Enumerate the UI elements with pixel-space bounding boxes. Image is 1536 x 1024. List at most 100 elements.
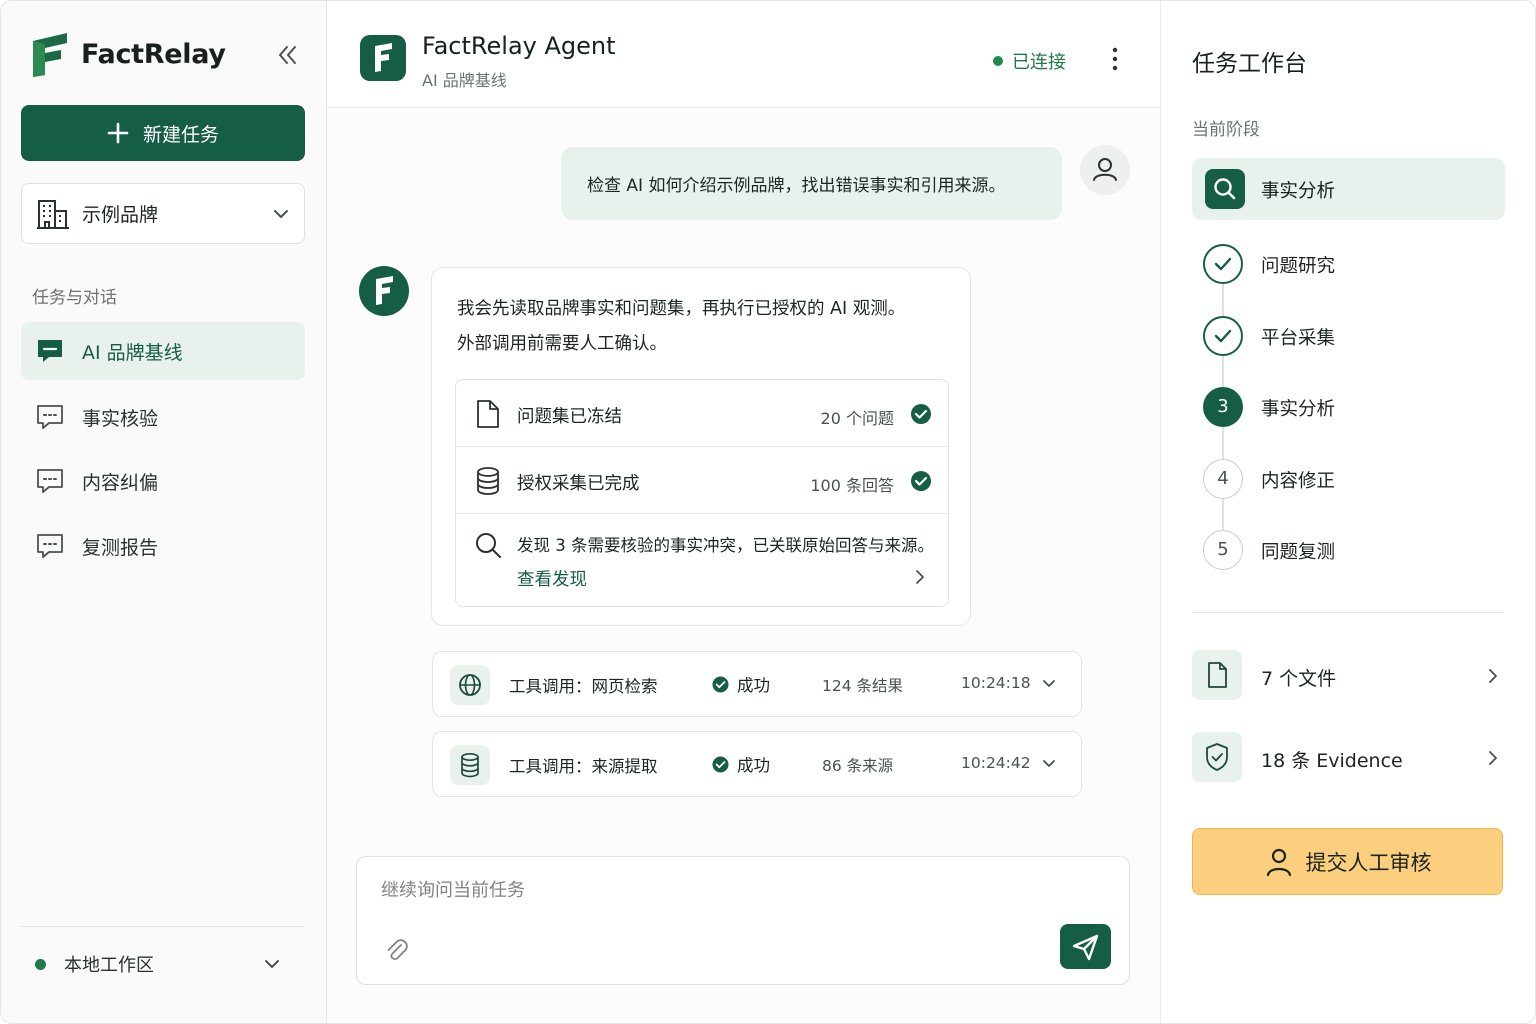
tool-count: 86 条来源 xyxy=(822,757,894,775)
new-task-button[interactable]: 新建任务 xyxy=(21,105,305,161)
check-circle-icon xyxy=(712,676,729,692)
chat-icon xyxy=(37,405,63,429)
evidence-label: 18 条 Evidence xyxy=(1261,750,1403,772)
step-number-label: 3 xyxy=(1217,396,1229,417)
tool-count: 124 条结果 xyxy=(822,677,904,695)
stage-step-label: 平台采集 xyxy=(1261,328,1336,349)
check-circle-icon xyxy=(911,471,931,491)
user-avatar-icon xyxy=(1080,145,1130,195)
tool-status-label: 成功 xyxy=(737,676,770,695)
status-dot-icon xyxy=(993,56,1003,66)
step-number-label: 4 xyxy=(1217,468,1229,489)
agent-message-line: 我会先读取品牌事实和问题集，再执行已授权的 AI 观测。 xyxy=(457,299,906,319)
checklist-item: 授权采集已完成 100 条回答 xyxy=(456,447,948,514)
search-icon xyxy=(476,533,501,558)
file-icon xyxy=(1192,650,1242,700)
divider xyxy=(1192,612,1504,613)
chevron-right-icon xyxy=(1489,669,1497,683)
globe-icon xyxy=(450,665,490,705)
checklist-meta: 100 条回答 xyxy=(810,476,894,495)
tool-status: 成功 xyxy=(712,752,770,776)
section-label: 任务与对话 xyxy=(32,288,117,308)
workspace-select[interactable]: 本地工作区 xyxy=(35,949,305,979)
database-icon xyxy=(477,467,499,495)
database-icon xyxy=(450,745,490,785)
chevron-down-icon[interactable] xyxy=(1041,676,1057,692)
chat-main: FactRelay Agent AI 品牌基线 已连接 检查 AI 如何介绍示例… xyxy=(327,1,1160,1023)
agent-message-line: 外部调用前需要人工确认。 xyxy=(457,334,667,354)
sidebar-item-fact-check[interactable]: 事实核验 xyxy=(21,388,305,446)
chat-header: FactRelay Agent AI 品牌基线 已连接 xyxy=(327,1,1160,108)
workbench-title: 任务工作台 xyxy=(1192,51,1307,77)
message-composer xyxy=(356,856,1130,985)
checklist-item: 发现 3 条需要核验的事实冲突，已关联原始回答与来源。 查看发现 xyxy=(456,514,948,607)
checklist-label: 授权采集已完成 xyxy=(517,474,640,494)
checklist-label: 问题集已冻结 xyxy=(517,407,622,427)
message-input[interactable] xyxy=(381,875,1081,905)
new-task-label: 新建任务 xyxy=(142,123,219,146)
agent-title: FactRelay Agent xyxy=(422,32,616,60)
chevron-down-icon[interactable] xyxy=(1041,756,1057,772)
checklist-meta: 20 个问题 xyxy=(820,409,894,428)
search-icon xyxy=(1205,169,1245,209)
connection-status-label: 已连接 xyxy=(1012,52,1066,73)
step-connector xyxy=(1222,499,1224,531)
brand-select[interactable]: 示例品牌 xyxy=(21,183,305,244)
tool-time: 10:24:42 xyxy=(961,754,1031,772)
stage-step: 问题研究 xyxy=(1203,244,1503,284)
view-findings-link[interactable]: 查看发现 xyxy=(517,566,587,591)
send-icon xyxy=(1072,934,1099,961)
brand-select-value: 示例品牌 xyxy=(82,204,159,226)
chevron-right-icon[interactable] xyxy=(912,569,928,585)
sidebar-item-content-correction[interactable]: 内容纠偏 xyxy=(21,452,305,510)
agent-subtitle: AI 品牌基线 xyxy=(422,71,507,90)
workspace-label: 本地工作区 xyxy=(64,955,154,976)
sidebar-item-label: 复测报告 xyxy=(82,536,159,559)
stage-step: 平台采集 xyxy=(1203,316,1503,356)
stage-step: 4 内容修正 xyxy=(1203,459,1503,499)
more-options-icon[interactable] xyxy=(1107,45,1123,73)
submit-review-button[interactable]: 提交人工审核 xyxy=(1192,828,1503,895)
sidebar-item-ai-baseline[interactable]: AI 品牌基线 xyxy=(21,322,305,380)
divider xyxy=(21,926,305,927)
file-icon xyxy=(477,400,499,428)
sidebar-item-label: 内容纠偏 xyxy=(82,471,159,494)
chat-icon xyxy=(37,469,63,493)
agent-logo-icon xyxy=(360,35,406,81)
tool-name: 工具调用：网页检索 xyxy=(509,677,658,696)
paperclip-icon[interactable] xyxy=(384,937,408,963)
evidence-link[interactable]: 18 条 Evidence xyxy=(1192,732,1505,784)
check-circle-icon xyxy=(1203,244,1243,284)
checklist-label: 发现 3 条需要核验的事实冲突，已关联原始回答与来源。 xyxy=(517,536,934,555)
stage-step: 3 事实分析 xyxy=(1203,387,1503,427)
sidebar-item-retest-report[interactable]: 复测报告 xyxy=(21,517,305,575)
tool-call-row[interactable]: 工具调用：网页检索 成功 124 条结果 10:24:18 xyxy=(432,651,1082,717)
files-link[interactable]: 7 个文件 xyxy=(1192,650,1505,702)
online-dot-icon xyxy=(35,958,46,970)
tool-time: 10:24:18 xyxy=(961,674,1031,692)
collapse-sidebar-icon[interactable] xyxy=(273,41,301,69)
check-circle-icon xyxy=(1203,316,1243,356)
stage-step: 5 同题复测 xyxy=(1203,530,1503,570)
step-connector xyxy=(1222,356,1224,388)
stage-step-label: 同题复测 xyxy=(1261,542,1336,563)
send-button[interactable] xyxy=(1060,924,1111,969)
tool-status-label: 成功 xyxy=(737,756,770,775)
current-stage-label: 当前阶段 xyxy=(1192,120,1260,140)
tool-status: 成功 xyxy=(712,672,770,696)
chevron-right-icon xyxy=(1489,751,1497,765)
step-number-label: 5 xyxy=(1217,539,1229,560)
tool-call-row[interactable]: 工具调用：来源提取 成功 86 条来源 10:24:42 xyxy=(432,731,1082,797)
sidebar: FactRelay 新建任务 示例品牌 任务与对话 AI 品牌基线 事实核验 内… xyxy=(1,1,327,1023)
sidebar-item-label: 事实核验 xyxy=(82,407,159,430)
sidebar-item-label: AI 品牌基线 xyxy=(82,341,183,364)
check-circle-icon xyxy=(911,404,931,424)
chevron-down-icon xyxy=(274,210,288,218)
factrelay-logo-icon xyxy=(33,33,67,77)
step-connector xyxy=(1222,284,1224,316)
step-connector xyxy=(1222,427,1224,459)
checklist-item: 问题集已冻结 20 个问题 xyxy=(456,380,948,447)
plus-icon xyxy=(107,122,129,144)
stage-step-label: 问题研究 xyxy=(1261,256,1336,277)
user-message: 检查 AI 如何介绍示例品牌，找出错误事实和引用来源。 xyxy=(561,147,1062,220)
